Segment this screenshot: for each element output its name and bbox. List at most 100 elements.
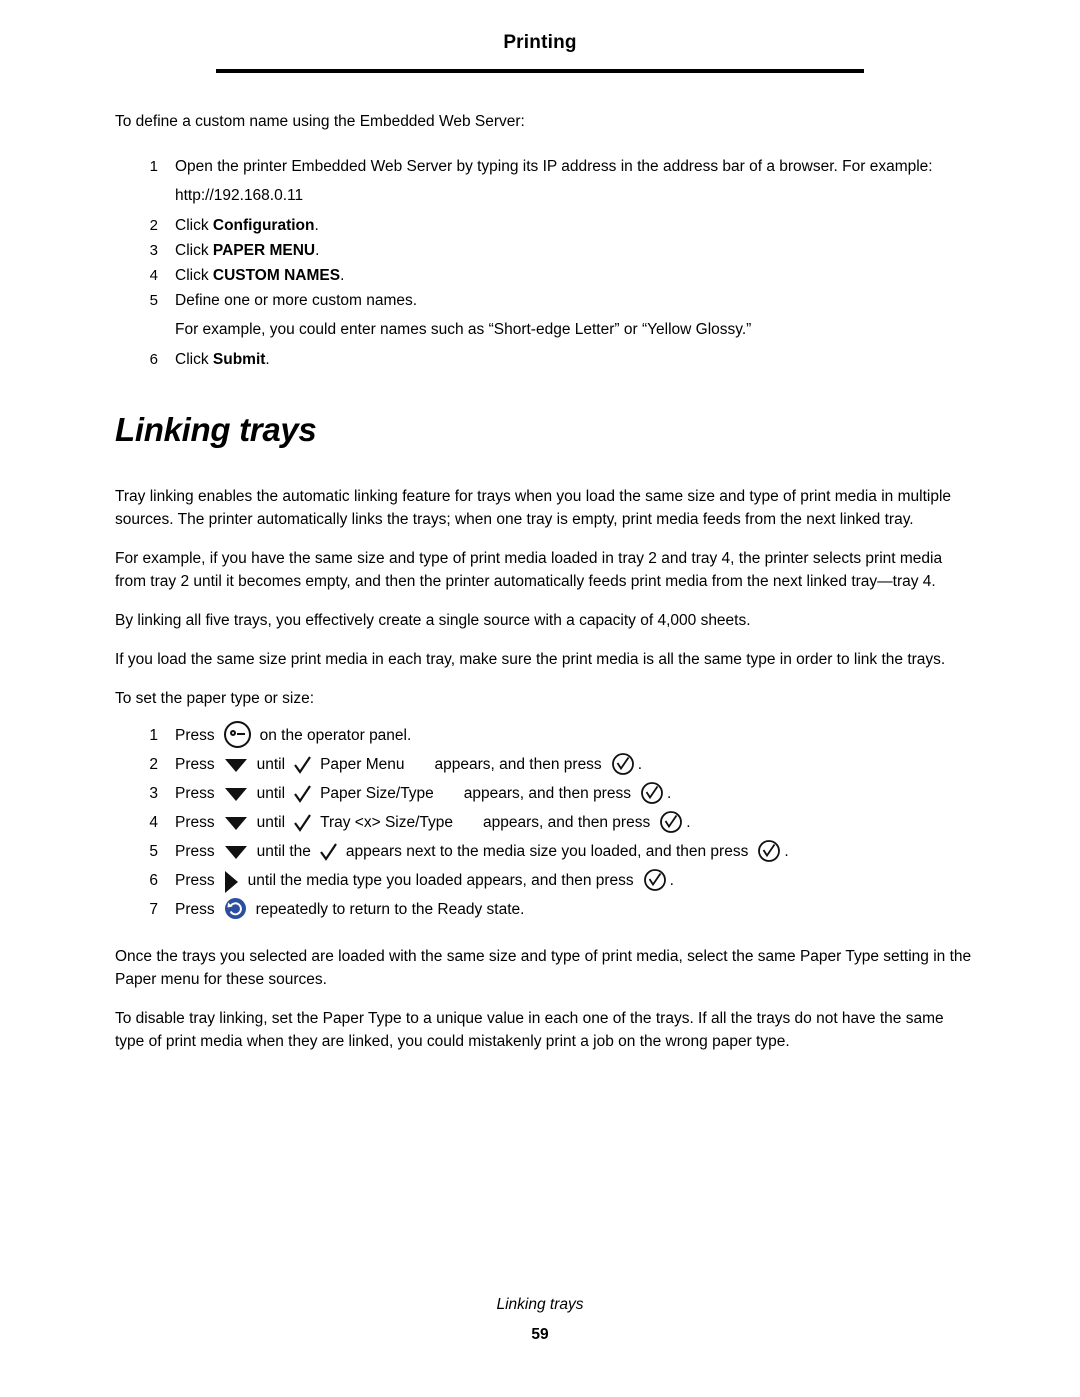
step-item: 4 Press until Tray <x> Size/Type appears, an… [115, 809, 975, 837]
menu-item-label: Paper Menu [320, 756, 405, 773]
section-paragraph: To set the paper type or size: [115, 690, 315, 707]
ui-target-label: PAPER MENU [212, 242, 316, 259]
checkmark-icon [294, 814, 311, 833]
list-item: 4 Click CUSTOM NAMES. [115, 264, 975, 288]
section-paragraph: By linking all five trays, you effective… [115, 612, 751, 629]
section-paragraph: If you load the same size print media in… [115, 651, 946, 668]
operator-panel-steps: 1 Press on the operator panel. 2 Press until… [115, 721, 975, 924]
page-content: To define a custom name using the Embedd… [115, 110, 975, 1053]
list-item-text: Click Configuration. [175, 214, 975, 238]
menu-item-label: Paper Size/Type [320, 785, 434, 802]
step-text: repeatedly to return to the Ready state. [255, 901, 525, 918]
step-text: Press [175, 785, 215, 802]
page-header-title: Printing [503, 32, 577, 53]
step-text: Press [175, 843, 215, 860]
back-icon [224, 897, 247, 920]
menu-key-icon [223, 721, 251, 749]
step-text: until the [256, 843, 311, 860]
step-item: 2 Press until Paper Menu appears, and then p… [115, 751, 975, 779]
intro-lead: To define a custom name using the Embedd… [115, 113, 525, 130]
section-paragraph: For example, if you have the same size a… [115, 550, 943, 590]
list-item-text: Click Submit. [175, 348, 975, 372]
step-number: 5 [149, 843, 158, 860]
step-number: 7 [149, 901, 158, 918]
step-text: Press [175, 901, 215, 918]
list-item-number: 5 [149, 292, 158, 309]
click-prefix: Click [175, 351, 213, 368]
section-paragraph: Tray linking enables the automatic linki… [115, 488, 952, 528]
select-icon [659, 810, 683, 834]
closing-paragraph: To disable tray linking, set the Paper T… [115, 1010, 944, 1050]
step-text: appears, and then press [434, 756, 602, 773]
ui-target-label: Submit [212, 351, 266, 368]
list-item: 1 Open the printer Embedded Web Server b… [115, 155, 975, 179]
step-text: until the media type you loaded appears,… [247, 872, 634, 889]
step-item: 6 Press until the media type you loaded ap… [115, 867, 975, 895]
step-item: 3 Press until Paper Size/Type appears, and t… [115, 780, 975, 808]
list-item-text: Define one or more custom names. [175, 292, 418, 309]
step-item: 5 Press until the appears next to the media… [115, 838, 975, 866]
step-text: Press [175, 756, 215, 773]
click-prefix: Click [175, 267, 213, 284]
click-prefix: Click [175, 217, 213, 234]
document-page: Printing To define a custom name using t… [0, 0, 1080, 1397]
step-text: Press [175, 814, 215, 831]
step-text: . [637, 756, 642, 773]
step-text: appears, and then press [483, 814, 651, 831]
select-icon [611, 752, 635, 776]
list-item-number: 6 [149, 351, 158, 368]
step-number: 1 [149, 727, 158, 744]
step-number: 6 [149, 872, 158, 889]
step-text: . [686, 814, 691, 831]
select-icon [757, 839, 781, 863]
list-item-number: 4 [149, 267, 158, 284]
footer-page-number: 59 [531, 1326, 549, 1343]
down-arrow-icon [224, 759, 247, 773]
footer-section-title: Linking trays [496, 1296, 584, 1313]
right-arrow-icon [224, 870, 238, 893]
section-heading: Linking trays [115, 411, 317, 448]
step-number: 4 [149, 814, 158, 831]
step-text: Press [175, 727, 215, 744]
step-text: . [666, 785, 672, 802]
trailing-period: . [265, 351, 270, 368]
menu-item-label: Tray <x> Size/Type [320, 814, 454, 831]
down-arrow-icon [224, 788, 247, 802]
down-arrow-icon [224, 817, 247, 831]
list-item: 2 Click Configuration. [115, 214, 975, 238]
step-text: until [256, 785, 286, 802]
ui-target-label: CUSTOM NAMES [212, 267, 341, 284]
header-divider [216, 69, 864, 73]
list-item-text: Click PAPER MENU. [175, 239, 975, 263]
step-text: on the operator panel. [259, 727, 412, 744]
list-item-number: 2 [149, 217, 158, 234]
step-text: . [784, 843, 789, 860]
list-item: 3 Click PAPER MENU. [115, 239, 975, 263]
down-arrow-icon [224, 846, 247, 860]
ui-target-label: Configuration [212, 217, 315, 234]
list-item: 5 Define one or more custom names. [115, 289, 975, 313]
step-text: until [256, 814, 286, 831]
list-item-subtext: http://192.168.0.11 [175, 187, 304, 204]
custom-name-steps-list: 1 Open the printer Embedded Web Server b… [115, 155, 975, 372]
checkmark-icon [294, 785, 311, 804]
list-item-text: Open the printer Embedded Web Server by … [175, 158, 933, 175]
step-text: appears next to the media size you loade… [345, 843, 749, 860]
list-item: 6 Click Submit. [115, 348, 975, 372]
select-icon [640, 781, 664, 805]
list-item-number: 3 [149, 242, 158, 259]
list-item-number: 1 [149, 158, 158, 175]
step-text: Press [175, 872, 215, 889]
trailing-period: . [314, 217, 319, 234]
trailing-period: . [315, 242, 320, 259]
step-number: 3 [149, 785, 158, 802]
checkmark-icon [320, 843, 337, 862]
select-icon [643, 868, 667, 892]
step-item: 1 Press on the operator panel. [115, 721, 975, 750]
click-prefix: Click [175, 242, 213, 259]
step-number: 2 [149, 756, 158, 773]
step-text: until [256, 756, 286, 773]
list-item-subtext: For example, you could enter names such … [175, 321, 752, 338]
closing-paragraph: Once the trays you selected are loaded w… [115, 948, 972, 988]
trailing-period: . [340, 267, 345, 284]
